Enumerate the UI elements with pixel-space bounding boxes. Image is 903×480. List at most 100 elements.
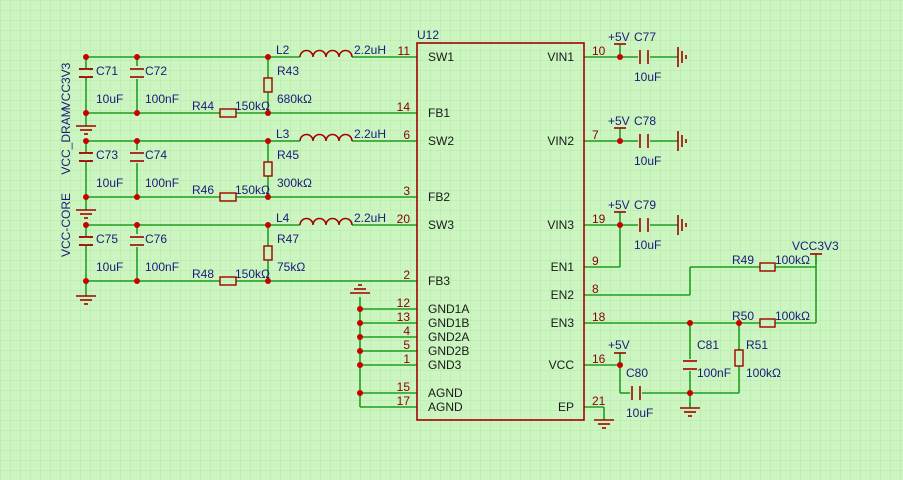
rail-vcc-core-label: VCC-CORE bbox=[59, 193, 73, 257]
junction-dot bbox=[134, 278, 140, 284]
pin-num: 21 bbox=[592, 394, 606, 408]
junction-dot bbox=[134, 222, 140, 228]
resistor-value-label: 300kΩ bbox=[277, 176, 312, 190]
pin-num: 7 bbox=[592, 128, 599, 142]
junction-dot bbox=[83, 54, 89, 60]
junction-dot bbox=[265, 138, 271, 144]
pin-name: SW2 bbox=[428, 134, 454, 148]
cap-ref-label: C78 bbox=[634, 114, 656, 128]
inductor-value-label: 2.2uH bbox=[354, 211, 386, 225]
pin-name: GND1B bbox=[428, 316, 469, 330]
pin-name: EN1 bbox=[551, 260, 575, 274]
pin-name: AGND bbox=[428, 400, 463, 414]
cap-ref-label: C71 bbox=[96, 64, 118, 78]
junction-dot bbox=[617, 222, 623, 228]
inductor-ref-label: L4 bbox=[276, 211, 290, 225]
pin-num: 18 bbox=[592, 310, 606, 324]
junction-dot bbox=[687, 390, 693, 396]
resistor-value-label: 150kΩ bbox=[235, 99, 270, 113]
junction-dot bbox=[357, 334, 363, 340]
cap-ref-label: C76 bbox=[145, 232, 167, 246]
pin-num: 19 bbox=[592, 212, 606, 226]
pin-num: 17 bbox=[397, 394, 411, 408]
resistor-value-label: 100kΩ bbox=[746, 366, 781, 380]
resistor-ref-label: R47 bbox=[277, 232, 299, 246]
inductor-ref-label: L2 bbox=[276, 43, 290, 57]
junction-dot bbox=[134, 194, 140, 200]
cap-ref-label: C75 bbox=[96, 232, 118, 246]
pin-name: EN2 bbox=[551, 288, 575, 302]
resistor-ref-label: R46 bbox=[192, 183, 214, 197]
pin-num: 16 bbox=[592, 352, 606, 366]
pin-num: 15 bbox=[397, 380, 411, 394]
resistor-ref-label: R51 bbox=[746, 338, 768, 352]
cap-value-label: 10uF bbox=[626, 406, 653, 420]
vcc3v3-right-label: VCC3V3 bbox=[792, 239, 839, 253]
resistor-value-label: 100kΩ bbox=[775, 253, 810, 267]
junction-dot bbox=[617, 362, 623, 368]
junction-dot bbox=[134, 54, 140, 60]
pin-num: 8 bbox=[592, 282, 599, 296]
cap-value-label: 10uF bbox=[634, 238, 661, 252]
pin-num: 14 bbox=[397, 100, 411, 114]
pin-name: GND2B bbox=[428, 344, 469, 358]
resistor-value-label: 150kΩ bbox=[235, 183, 270, 197]
junction-dot bbox=[265, 222, 271, 228]
inductor-value-label: 2.2uH bbox=[354, 127, 386, 141]
junction-dot bbox=[134, 110, 140, 116]
resistor-ref-label: R48 bbox=[192, 267, 214, 281]
pin-name: VIN3 bbox=[547, 218, 574, 232]
pin-num: 9 bbox=[592, 254, 599, 268]
resistor-ref-label: R49 bbox=[732, 253, 754, 267]
junction-dot bbox=[617, 54, 623, 60]
resistor-value-label: 100kΩ bbox=[775, 309, 810, 323]
pin-num: 4 bbox=[403, 324, 410, 338]
junction-dot bbox=[357, 348, 363, 354]
cap-value-label: 10uF bbox=[96, 176, 123, 190]
cap-value-label: 10uF bbox=[634, 154, 661, 168]
junction-dot bbox=[83, 278, 89, 284]
p5v-label: +5V bbox=[608, 30, 630, 44]
pin-num: 5 bbox=[403, 338, 410, 352]
resistor-ref-label: R50 bbox=[732, 309, 754, 323]
pin-name: VIN2 bbox=[547, 134, 574, 148]
cap-ref-label: C77 bbox=[634, 30, 656, 44]
pin-name: FB2 bbox=[428, 190, 450, 204]
pin-num: 1 bbox=[403, 352, 410, 366]
cap-value-label: 100nF bbox=[145, 260, 179, 274]
cap-value-label: 10uF bbox=[96, 92, 123, 106]
pin-name: SW3 bbox=[428, 218, 454, 232]
pin-num: 6 bbox=[403, 128, 410, 142]
rail-vcc3v3-label: VCC3V3 bbox=[59, 62, 73, 109]
schematic-canvas: U12 11 SW1 14 FB1 6 SW2 3 FB2 20 SW3 2 F… bbox=[0, 0, 903, 480]
cap-ref-label: C81 bbox=[697, 338, 719, 352]
resistor-value-label: 680kΩ bbox=[277, 92, 312, 106]
junction-dot bbox=[687, 320, 693, 326]
junction-dot bbox=[357, 306, 363, 312]
inductor-ref-label: L3 bbox=[276, 127, 290, 141]
junction-dot bbox=[83, 194, 89, 200]
cap-ref-label: C80 bbox=[626, 366, 648, 380]
cap-value-label: 100nF bbox=[145, 92, 179, 106]
junction-dot bbox=[83, 110, 89, 116]
resistor-ref-label: R44 bbox=[192, 99, 214, 113]
cap-ref-label: C73 bbox=[96, 148, 118, 162]
junction-dot bbox=[83, 138, 89, 144]
junction-dot bbox=[357, 362, 363, 368]
pin-name: GND3 bbox=[428, 358, 462, 372]
p5v-label: +5V bbox=[608, 338, 630, 352]
junction-dot bbox=[357, 320, 363, 326]
pin-name: VCC bbox=[549, 358, 575, 372]
pin-name: EN3 bbox=[551, 316, 575, 330]
pin-num: 11 bbox=[398, 44, 411, 58]
pin-num: 13 bbox=[397, 310, 411, 324]
pin-name: SW1 bbox=[428, 50, 454, 64]
pin-name: EP bbox=[558, 400, 574, 414]
cap-ref-label: C79 bbox=[634, 198, 656, 212]
resistor-value-label: 75kΩ bbox=[277, 260, 305, 274]
cap-ref-label: C74 bbox=[145, 148, 167, 162]
pin-name: FB3 bbox=[428, 274, 450, 288]
cap-ref-label: C72 bbox=[145, 64, 167, 78]
cap-value-label: 10uF bbox=[634, 70, 661, 84]
resistor-ref-label: R45 bbox=[277, 148, 299, 162]
